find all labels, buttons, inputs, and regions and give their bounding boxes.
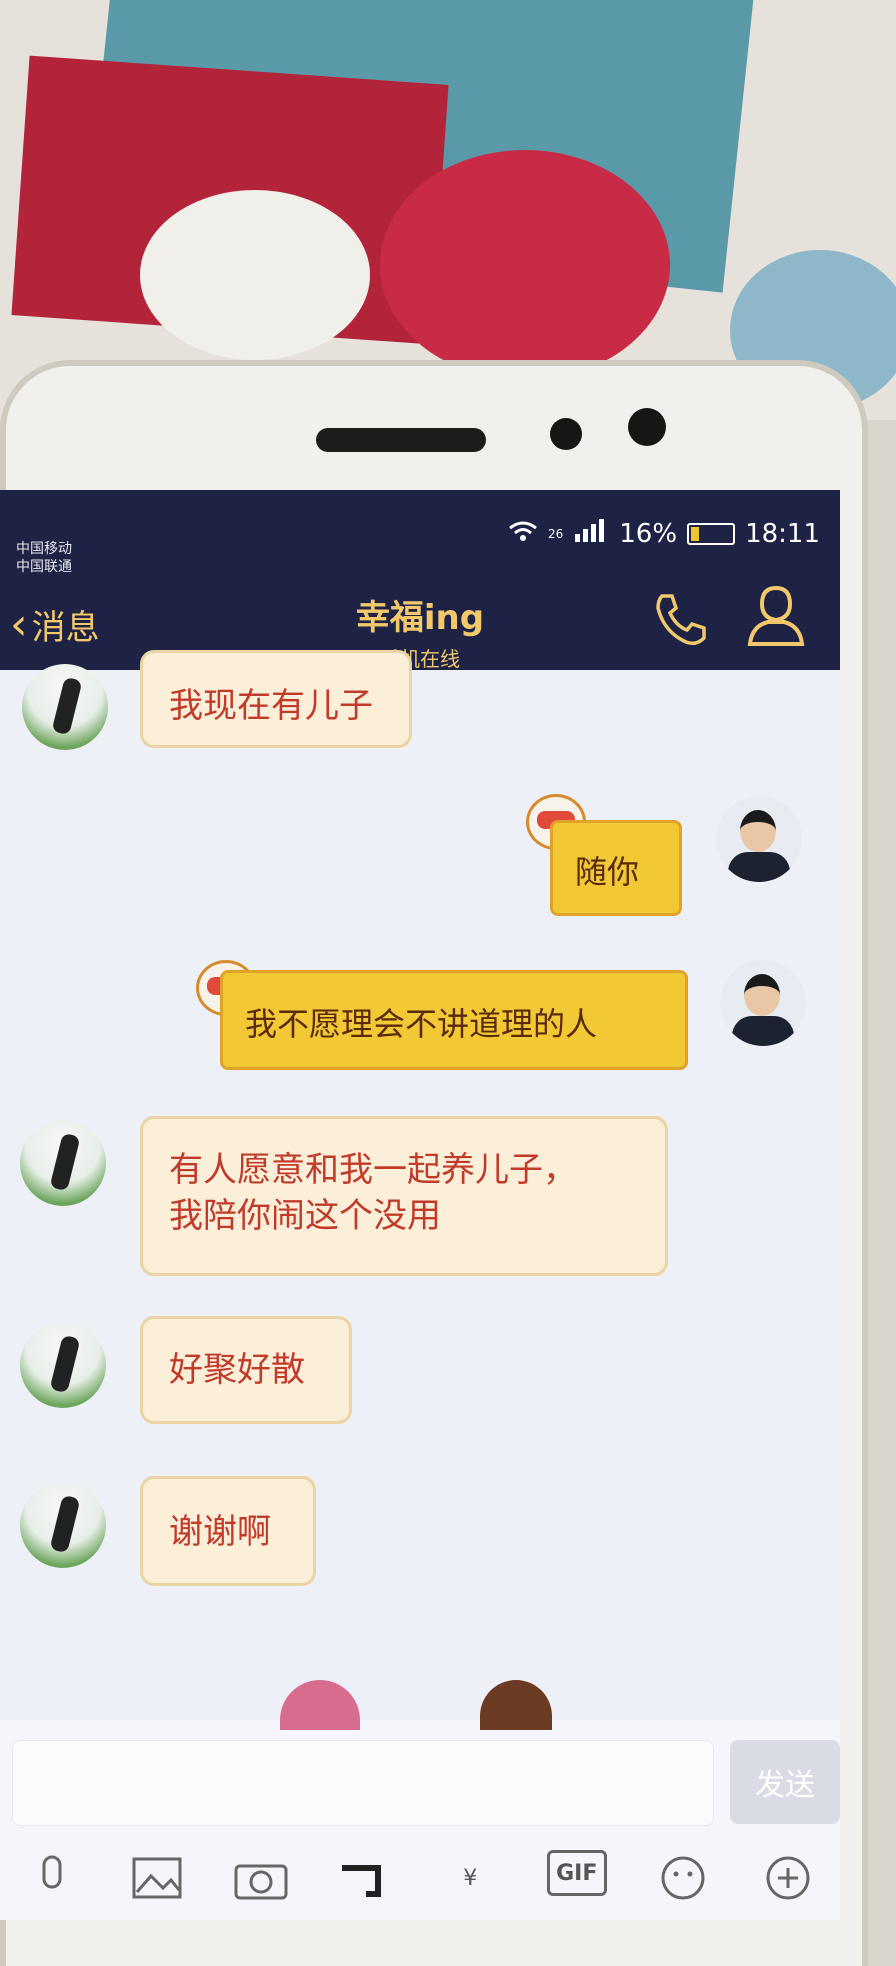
message-text: 好聚好散 xyxy=(169,1350,305,1390)
status-bar-right: 26 16% 18:11 xyxy=(508,518,820,549)
plus-icon[interactable] xyxy=(760,1850,816,1906)
front-camera xyxy=(550,418,582,450)
carrier-1: 中国移动 xyxy=(16,541,72,557)
emoji-icon[interactable] xyxy=(655,1850,711,1906)
hongbao-icon[interactable] xyxy=(338,1850,394,1906)
message-bubble[interactable]: 我现在有儿子 xyxy=(140,650,412,748)
image-icon[interactable] xyxy=(129,1850,185,1906)
message-bubble[interactable]: 有人愿意和我一起养儿子， 我陪你闹这个没用 xyxy=(140,1116,668,1276)
peer-avatar[interactable] xyxy=(20,1482,106,1568)
message-bubble[interactable]: 谢谢啊 xyxy=(140,1476,316,1586)
message-text: 随你 xyxy=(575,853,640,891)
profile-icon[interactable] xyxy=(744,582,808,648)
carrier-info: 中国移动 中国联通 xyxy=(16,540,72,576)
gif-icon[interactable]: GIF xyxy=(546,1850,607,1896)
message-bubble[interactable]: 好聚好散 xyxy=(140,1316,352,1424)
message-input[interactable] xyxy=(12,1740,714,1826)
carrier-2: 中国联通 xyxy=(16,559,72,575)
gif-label: GIF xyxy=(556,1860,598,1886)
my-avatar[interactable] xyxy=(720,960,806,1046)
peer-avatar[interactable] xyxy=(22,664,108,750)
message-bubble[interactable]: 我不愿理会不讲道理的人 xyxy=(220,970,688,1070)
message-text: 谢谢啊 xyxy=(169,1512,271,1552)
background-fabric xyxy=(0,0,896,420)
message-line-1: 有人愿意和我一起养儿子， xyxy=(169,1150,577,1190)
camera-icon[interactable] xyxy=(233,1850,289,1906)
chat-header: 中国移动 中国联通 26 16% 18:11 ‹ 消息 幸福ing 手机在线 xyxy=(0,490,840,672)
clock: 18:11 xyxy=(745,518,820,549)
mic-icon[interactable] xyxy=(24,1850,80,1906)
yuan-symbol: ¥ xyxy=(463,1865,478,1891)
contact-name: 幸福ing xyxy=(355,598,485,638)
input-toolbar: ¥ GIF xyxy=(0,1850,840,1920)
battery-percent: 16% xyxy=(619,518,678,549)
message-line-2: 我陪你闹这个没用 xyxy=(169,1196,441,1236)
battery-icon xyxy=(687,522,736,545)
contact-status: 手机在线 xyxy=(380,647,460,671)
chat-title: 幸福ing 手机在线 xyxy=(0,590,840,672)
chat-area[interactable]: 我现在有儿子 随你 我不愿理会不讲道理的人 有人愿意和我一起养儿子， 我陪你闹这… xyxy=(0,650,840,1740)
message-text: 我不愿理会不讲道理的人 xyxy=(245,1005,598,1043)
input-bar: 发送 ¥ GIF xyxy=(0,1730,840,1920)
peer-avatar[interactable] xyxy=(20,1322,106,1408)
peer-avatar[interactable] xyxy=(20,1120,106,1206)
signal-icon xyxy=(573,518,609,549)
message-text: 我现在有儿子 xyxy=(169,686,373,726)
network-type: 26 xyxy=(547,526,564,541)
wifi-icon xyxy=(508,519,538,549)
front-sensor xyxy=(628,408,666,446)
phone-speaker xyxy=(316,428,486,452)
message-bubble[interactable]: 随你 xyxy=(550,820,682,916)
send-button[interactable]: 发送 xyxy=(730,1740,840,1824)
phone-icon[interactable] xyxy=(650,588,712,650)
red-packet-icon[interactable]: ¥ xyxy=(442,1850,498,1906)
my-avatar[interactable] xyxy=(716,796,802,882)
phone-screen: 中国移动 中国联通 26 16% 18:11 ‹ 消息 幸福ing 手机在线 我… xyxy=(0,490,840,1920)
